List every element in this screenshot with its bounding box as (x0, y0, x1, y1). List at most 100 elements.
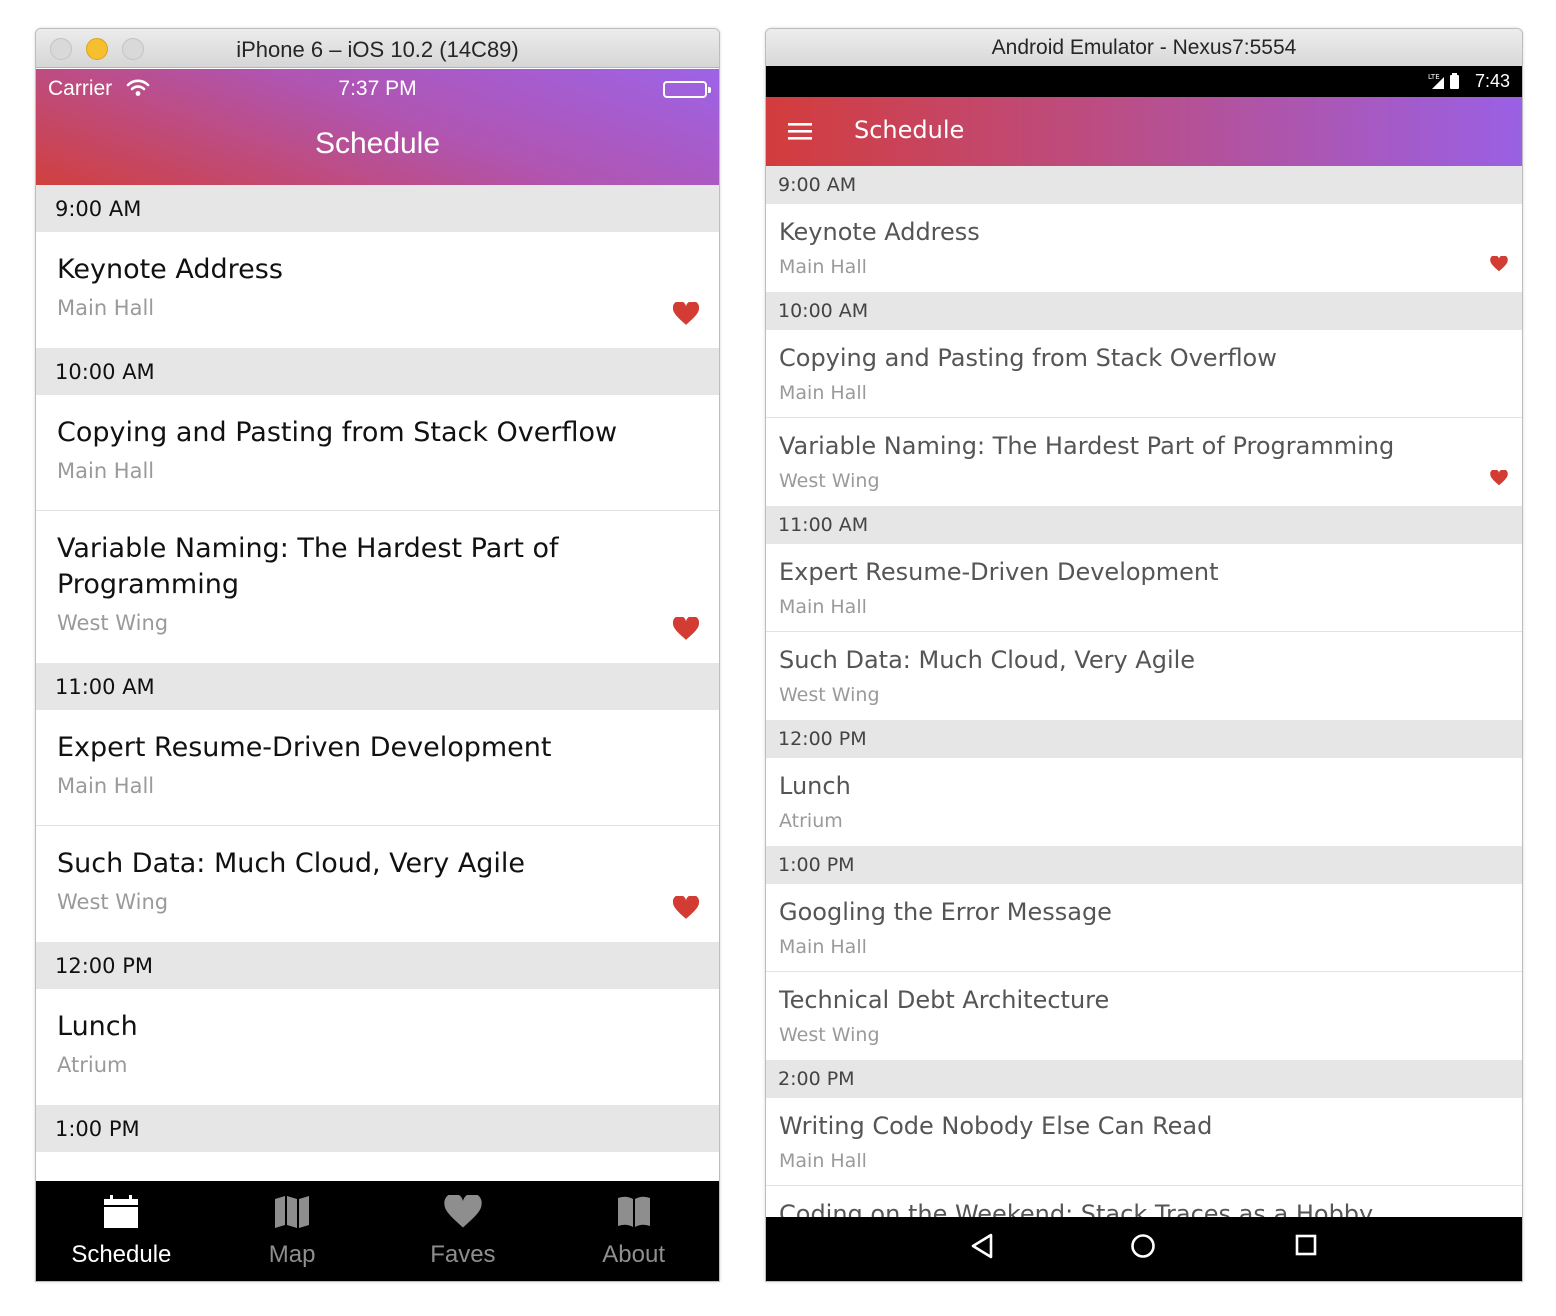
session-title: Lunch (57, 1011, 138, 1042)
session-title: Technical Debt Architecture (779, 986, 1110, 1014)
section-header: 9:00 AM (36, 185, 719, 232)
section-header: 1:00 PM (36, 1105, 719, 1152)
favorite-heart-icon[interactable] (672, 894, 700, 924)
list-item[interactable]: Googling the Error Message Main Hall (766, 884, 1522, 972)
section-header: 11:00 AM (36, 663, 719, 710)
tab-label: Map (268, 1241, 316, 1268)
list-item[interactable] (36, 1152, 719, 1183)
hamburger-menu-icon[interactable] (788, 121, 812, 145)
session-title: Keynote Address (779, 218, 980, 246)
lte-signal-icon: LTE (1428, 72, 1462, 95)
list-item[interactable]: Variable Naming: The Hardest Part of Pro… (36, 511, 719, 663)
android-emulator-window: Android Emulator - Nexus7:5554 LTE 7:43 … (765, 28, 1523, 1282)
tab-label: Faves (430, 1241, 496, 1268)
list-item[interactable]: Such Data: Much Cloud, Very Agile West Wi… (36, 826, 719, 942)
tab-faves[interactable]: Faves (378, 1181, 549, 1281)
recents-icon[interactable] (1294, 1233, 1318, 1261)
session-room: West Wing (779, 684, 880, 706)
session-title: Such Data: Much Cloud, Very Agile (779, 646, 1196, 674)
session-room: Main Hall (779, 382, 867, 404)
session-room: Main Hall (779, 1150, 867, 1172)
session-title: Expert Resume-Driven Development (779, 558, 1219, 586)
session-room: Main Hall (779, 256, 867, 278)
list-item[interactable]: Copying and Pasting from Stack Overflow M… (766, 330, 1522, 418)
list-item[interactable]: Keynote Address Main Hall (766, 204, 1522, 292)
favorite-heart-icon[interactable] (672, 300, 700, 330)
session-title: Keynote Address (57, 254, 283, 285)
app-toolbar: Schedule (766, 97, 1522, 166)
session-room: West Wing (779, 1024, 880, 1046)
session-room: West Wing (57, 611, 169, 635)
section-header: 10:00 AM (36, 348, 719, 395)
favorite-heart-icon[interactable] (672, 615, 700, 645)
session-room: Atrium (57, 1053, 128, 1077)
android-navigation-bar (766, 1217, 1522, 1281)
list-item[interactable]: Lunch Atrium (766, 758, 1522, 846)
session-room: Main Hall (57, 459, 155, 483)
session-title: Such Data: Much Cloud, Very Agile (57, 848, 526, 879)
back-icon[interactable] (970, 1233, 994, 1263)
battery-icon (663, 81, 711, 98)
schedule-list[interactable]: 9:00 AM Keynote Address Main Hall 10:00 AM C… (766, 166, 1522, 1219)
tab-about[interactable]: About (548, 1181, 719, 1281)
tab-schedule[interactable]: Schedule (36, 1181, 207, 1281)
session-room: Atrium (779, 810, 843, 832)
android-status-bar: LTE 7:43 (766, 66, 1522, 97)
list-item[interactable]: Such Data: Much Cloud, Very Agile West Wi… (766, 632, 1522, 720)
heart-icon (443, 1193, 483, 1233)
window-titlebar: iPhone 6 – iOS 10.2 (14C89) (36, 29, 719, 68)
session-room: Main Hall (779, 936, 867, 958)
status-time: 7:37 PM (338, 77, 417, 100)
list-item[interactable]: Variable Naming: The Hardest Part of Pro… (766, 418, 1522, 506)
favorite-heart-icon[interactable] (1490, 255, 1508, 276)
page-title: Schedule (854, 116, 965, 144)
map-icon (274, 1195, 310, 1233)
section-header: 1:00 PM (766, 846, 1522, 884)
list-item[interactable]: Coding on the Weekend: Stack Traces as a… (766, 1186, 1522, 1219)
list-item[interactable]: Expert Resume-Driven Development Main Hal… (36, 710, 719, 826)
session-room: Main Hall (779, 596, 867, 618)
section-header: 9:00 AM (766, 166, 1522, 204)
calendar-icon (103, 1195, 139, 1233)
session-title: Expert Resume-Driven Development (57, 732, 552, 763)
session-title: Lunch (779, 772, 851, 800)
list-item[interactable]: Keynote Address Main Hall (36, 232, 719, 348)
window-title: iPhone 6 – iOS 10.2 (14C89) (236, 37, 519, 62)
window-title: Android Emulator - Nexus7:5554 (991, 36, 1297, 59)
session-title: Writing Code Nobody Else Can Read (779, 1112, 1213, 1140)
section-header: 12:00 PM (36, 942, 719, 989)
favorite-heart-icon[interactable] (1490, 469, 1508, 490)
list-item[interactable]: Expert Resume-Driven Development Main Hal… (766, 544, 1522, 632)
svg-text:LTE: LTE (1428, 73, 1440, 81)
section-header: 12:00 PM (766, 720, 1522, 758)
list-item[interactable]: Copying and Pasting from Stack Overflow M… (36, 395, 719, 511)
session-room: Main Hall (57, 296, 155, 320)
section-header: 10:00 AM (766, 292, 1522, 330)
page-title: Schedule (314, 127, 441, 160)
session-title: Copying and Pasting from Stack Overflow (779, 344, 1277, 372)
session-room: Main Hall (57, 774, 155, 798)
session-title: Googling the Error Message (779, 898, 1112, 926)
list-item[interactable]: Technical Debt Architecture West Wing (766, 972, 1522, 1060)
ios-simulator-window: iPhone 6 – iOS 10.2 (14C89) Carrier 7:37… (35, 28, 720, 1282)
list-item[interactable]: Writing Code Nobody Else Can Read Main Ha… (766, 1098, 1522, 1186)
ios-status-bar: Carrier 7:37 PM (36, 77, 719, 107)
home-icon[interactable] (1130, 1233, 1156, 1263)
status-time: 7:43 (1474, 71, 1510, 91)
window-titlebar: Android Emulator - Nexus7:5554 (766, 29, 1522, 66)
session-title: Variable Naming: The Hardest Part of Pro… (779, 432, 1395, 460)
tab-label: About (602, 1241, 665, 1268)
section-header: 2:00 PM (766, 1060, 1522, 1098)
book-icon (616, 1195, 652, 1233)
session-room: West Wing (779, 470, 880, 492)
session-room: West Wing (57, 890, 169, 914)
tab-bar: Schedule Map Faves About (36, 1181, 719, 1281)
schedule-list[interactable]: 9:00 AM Keynote Address Main Hall 10:00 AM C… (36, 185, 719, 1183)
tab-map[interactable]: Map (207, 1181, 378, 1281)
session-title: Variable Naming: The Hardest Part of Pro… (57, 533, 559, 600)
tab-label: Schedule (71, 1241, 172, 1268)
session-title: Copying and Pasting from Stack Overflow (57, 417, 618, 448)
section-header: 11:00 AM (766, 506, 1522, 544)
ios-navigation-header: Carrier 7:37 PM Schedule (36, 69, 719, 185)
list-item[interactable]: Lunch Atrium (36, 989, 719, 1105)
